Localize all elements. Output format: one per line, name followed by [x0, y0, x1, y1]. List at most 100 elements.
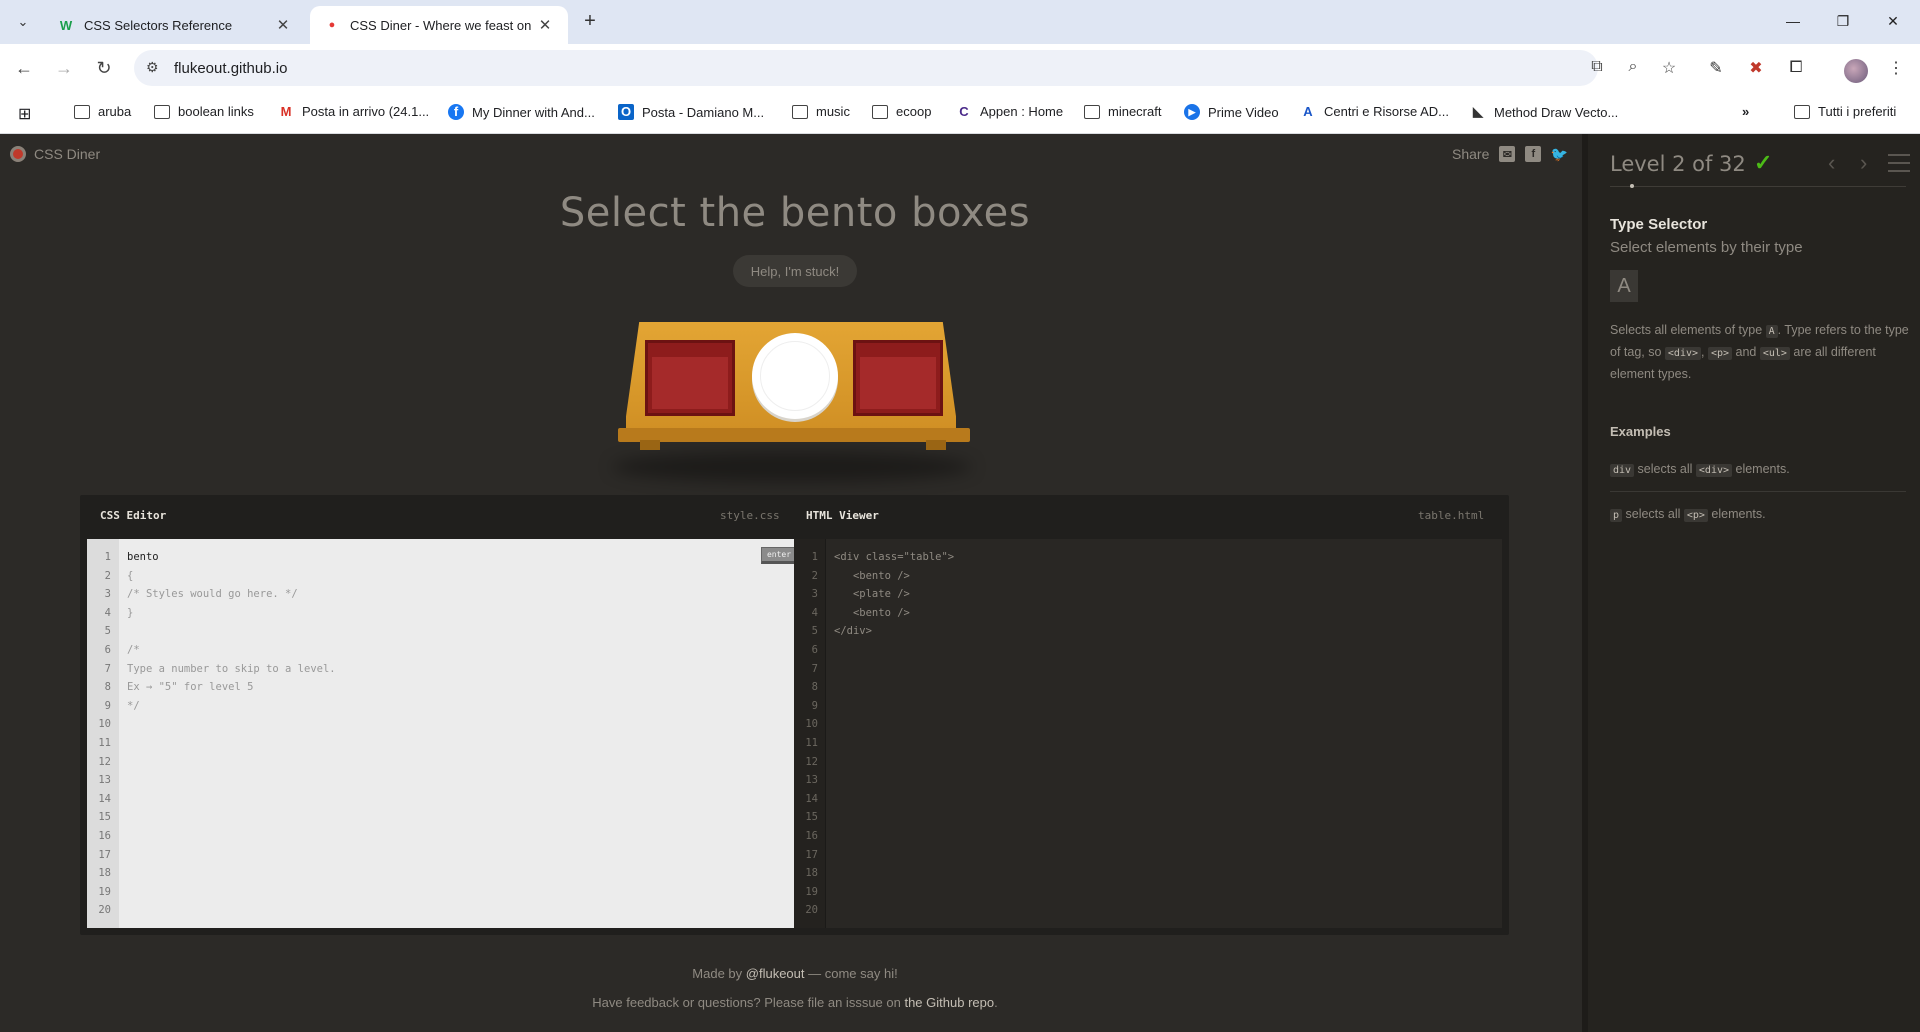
enter-button[interactable]: enter — [761, 547, 797, 564]
extensions-puzzle-icon[interactable]: ⧠ — [1784, 56, 1808, 80]
bookmark-label: My Dinner with And... — [472, 104, 595, 120]
previous-level-icon[interactable]: ‹ — [1828, 150, 1835, 176]
css-line-numbers: 1 2 3 4 5 6 7 8 9 10 11 12 13 14 15 16 17 18 19 20 — [87, 539, 119, 928]
bento-box[interactable] — [645, 340, 735, 416]
bookmark-ecoop[interactable]: ecoop — [872, 104, 931, 119]
eyedropper-icon[interactable]: ✎ — [1704, 56, 1728, 80]
line-number: 2 — [811, 569, 818, 582]
line-number: 16 — [805, 830, 818, 842]
apps-grid-icon[interactable]: ⊞ — [18, 104, 31, 124]
bookmark-all[interactable]: Tutti i preferiti — [1794, 104, 1896, 119]
desc-text: , — [1701, 345, 1708, 359]
desc-text: and — [1732, 345, 1760, 359]
adobe-icon: A — [1303, 104, 1313, 119]
bookmark-method-draw[interactable]: ◣ Method Draw Vecto... — [1470, 104, 1618, 120]
divider — [1610, 491, 1906, 492]
bookmark-label: Tutti i preferiti — [1818, 104, 1897, 119]
plate[interactable] — [752, 333, 838, 419]
code-line: { — [127, 569, 134, 582]
bookmark-aruba[interactable]: aruba — [74, 104, 131, 119]
close-icon[interactable]: ✕ — [274, 16, 292, 34]
html-viewer-filename: table.html — [1418, 509, 1485, 522]
bookmark-minecraft[interactable]: minecraft — [1084, 104, 1161, 119]
new-tab-button[interactable]: + — [578, 10, 602, 33]
prime-icon: ▶ — [1184, 104, 1200, 120]
bookmark-adobe[interactable]: A Centri e Risorse AD... — [1300, 104, 1449, 119]
twitter-icon[interactable]: 🐦 — [1551, 146, 1568, 162]
editor-panel: CSS Editor style.css HTML Viewer table.h… — [80, 495, 1509, 935]
desc-text: Selects all elements of type — [1610, 323, 1766, 337]
close-window-button[interactable]: ✕ — [1870, 6, 1916, 36]
footer-text: . — [994, 995, 998, 1010]
bookmark-star-icon[interactable]: ☆ — [1658, 58, 1680, 78]
line-number: 13 — [98, 774, 111, 787]
bookmark-label: boolean links — [178, 104, 254, 119]
github-repo-link[interactable]: the Github repo — [904, 995, 994, 1010]
brand-logo[interactable]: CSS Diner — [10, 146, 100, 162]
address-bar[interactable]: ⚙ flukeout.github.io ⧉ ⌕ ☆ — [134, 50, 1676, 86]
line-number: 4 — [811, 606, 818, 619]
line-number: 8 — [104, 681, 111, 694]
tab-title: CSS Diner - Where we feast on — [350, 17, 532, 33]
site-info-icon[interactable]: ⚙ — [146, 59, 159, 76]
forward-button[interactable]: → — [52, 56, 76, 80]
tab-search-button[interactable]: ⌄ — [10, 9, 36, 35]
bookmark-boolean-links[interactable]: boolean links — [154, 104, 254, 119]
bookmark-outlook[interactable]: O Posta - Damiano M... — [618, 104, 764, 120]
css-editor[interactable]: 1 2 3 4 5 6 7 8 9 10 11 12 13 14 15 16 17 18 19 20 bento{/*… — [87, 539, 797, 928]
level-indicator: Level 2 of 32 — [1610, 152, 1746, 176]
flukeout-link[interactable]: @flukeout — [746, 966, 805, 981]
example-text: selects all — [1634, 462, 1696, 476]
profile-avatar[interactable] — [1844, 59, 1868, 83]
code-line: Type a number to skip to a level. — [127, 662, 336, 675]
minimize-button[interactable]: — — [1770, 6, 1816, 36]
line-number: 1 — [104, 551, 111, 563]
line-number: 5 — [104, 625, 111, 638]
translate-icon[interactable]: ⧉ — [1586, 58, 1608, 76]
line-number: 10 — [805, 718, 818, 731]
line-number: 13 — [805, 774, 818, 787]
code-line: <bento /> — [834, 569, 910, 582]
css-editor-title: CSS Editor — [100, 509, 167, 522]
bookmark-label: Method Draw Vecto... — [1494, 104, 1619, 120]
folder-icon — [74, 104, 90, 119]
bookmark-music[interactable]: music — [792, 104, 850, 119]
css-diner-favicon-icon: ● — [328, 19, 336, 31]
next-level-icon[interactable]: › — [1860, 150, 1867, 176]
tab-css-selectors-reference[interactable]: W CSS Selectors Reference ✕ — [44, 6, 306, 44]
restore-button[interactable]: ❐ — [1820, 6, 1866, 36]
zoom-icon[interactable]: ⌕ — [1622, 58, 1644, 76]
more-bookmarks-icon[interactable]: » — [1742, 104, 1749, 119]
bookmark-prime-video[interactable]: ▶ Prime Video — [1184, 104, 1279, 120]
table-leg — [640, 440, 660, 450]
code-line: /* Styles would go here. */ — [127, 588, 298, 601]
tab-css-diner[interactable]: ● CSS Diner - Where we feast on ✕ — [310, 6, 568, 44]
level-sidebar: Level 2 of 32 ✓ ‹ › Type Selector Select… — [1582, 134, 1920, 1032]
close-icon[interactable]: ✕ — [536, 16, 554, 34]
gmail-icon: M — [280, 104, 292, 119]
bento-box[interactable] — [853, 340, 943, 416]
line-number: 4 — [104, 606, 111, 619]
appen-icon: C — [959, 104, 969, 119]
back-button[interactable]: ← — [12, 56, 36, 80]
examples-title: Examples — [1610, 424, 1671, 439]
extension-tools-icon[interactable]: ✖ — [1744, 56, 1768, 80]
bookmark-label: ecoop — [896, 104, 932, 119]
footer-text: Have feedback or questions? Please file … — [592, 995, 905, 1010]
more-menu-icon[interactable]: ⋮ — [1884, 56, 1908, 80]
bookmark-appen[interactable]: C Appen : Home — [956, 104, 1063, 119]
line-number: 8 — [811, 681, 818, 694]
facebook-icon[interactable]: f — [1525, 146, 1542, 162]
reload-button[interactable]: ↻ — [92, 56, 116, 80]
line-number: 7 — [104, 662, 111, 675]
tab-strip: ⌄ W CSS Selectors Reference ✕ ● CSS Dine… — [0, 0, 1920, 44]
help-button[interactable]: Help, I'm stuck! — [733, 255, 857, 287]
email-icon[interactable]: ✉ — [1499, 146, 1516, 162]
bookmark-facebook[interactable]: f My Dinner with And... — [448, 104, 595, 120]
level-menu-icon[interactable] — [1888, 154, 1910, 178]
line-number: 6 — [104, 644, 111, 656]
bookmark-gmail[interactable]: M Posta in arrivo (24.1... — [278, 104, 430, 119]
code-tag: <ul> — [1759, 347, 1790, 360]
line-number: 17 — [98, 848, 111, 861]
line-number: 9 — [104, 699, 111, 712]
